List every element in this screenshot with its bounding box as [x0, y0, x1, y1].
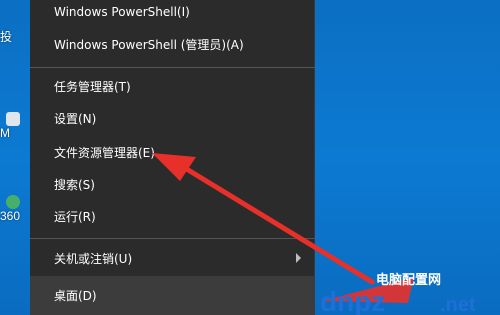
watermark-logo: 电脑配置网 dnpz .net	[318, 268, 500, 315]
watermark-brand: dnpz	[320, 286, 385, 315]
watermark-domain: .net	[440, 294, 476, 315]
watermark-site-name: 电脑配置网	[376, 272, 441, 287]
